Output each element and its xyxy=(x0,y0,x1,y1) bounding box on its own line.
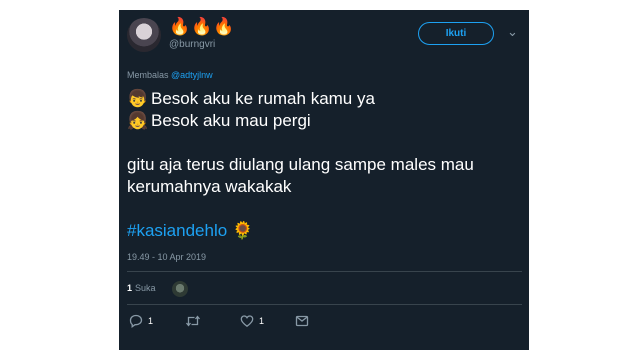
user-handle[interactable]: @burngvri xyxy=(169,39,215,50)
retweet-button[interactable] xyxy=(185,314,201,328)
divider xyxy=(127,271,522,272)
timestamp[interactable]: 19.49 - 10 Apr 2019 xyxy=(127,252,206,262)
hashtag-line: #kasiandehlo 🌻 xyxy=(127,220,522,242)
chevron-down-icon[interactable]: ⌄ xyxy=(507,24,518,40)
boy-emoji: 👦 xyxy=(127,89,149,108)
dialogue-text-2: Besok aku mau pergi xyxy=(151,111,311,130)
share-button[interactable] xyxy=(295,314,309,328)
reply-count: 1 xyxy=(148,316,154,326)
sunflower-emoji: 🌻 xyxy=(231,221,254,240)
likes-count: 1 xyxy=(127,283,133,293)
reply-to-label: Membalas @adtyjlnw xyxy=(127,70,213,80)
avatar[interactable] xyxy=(127,18,161,52)
dialogue-line-1: 👦 Besok aku ke rumah kamu ya xyxy=(127,88,522,110)
follow-button[interactable]: Ikuti xyxy=(418,22,494,45)
tweet-text: 👦 Besok aku ke rumah kamu ya 👧 Besok aku m… xyxy=(127,88,522,242)
dialogue-text-1: Besok aku ke rumah kamu ya xyxy=(151,89,375,108)
heart-icon xyxy=(240,315,254,328)
tweet-actions: 1 1 xyxy=(127,314,522,332)
liker-avatar[interactable] xyxy=(171,280,189,298)
hashtag-link[interactable]: #kasiandehlo xyxy=(127,221,227,240)
display-name[interactable]: 🔥🔥🔥 xyxy=(169,18,236,36)
reply-icon xyxy=(129,314,143,328)
retweet-icon xyxy=(185,315,201,327)
reply-mention-link[interactable]: @adtyjlnw xyxy=(171,70,213,80)
paragraph-line-2: kerumahnya wakakak xyxy=(127,177,292,196)
reply-prefix: Membalas xyxy=(127,70,169,80)
tweet-card: 🔥🔥🔥 @burngvri Ikuti ⌄ Membalas @adtyjlnw… xyxy=(119,10,529,350)
reply-button[interactable]: 1 xyxy=(129,314,153,328)
like-count: 1 xyxy=(259,316,265,326)
divider xyxy=(127,304,522,305)
likes-summary[interactable]: 1 Suka xyxy=(127,283,156,293)
paragraph-line-1: gitu aja terus diulang ulang sampe males… xyxy=(127,155,474,174)
like-button[interactable]: 1 xyxy=(240,314,264,328)
likes-label: Suka xyxy=(135,283,156,293)
dm-icon xyxy=(295,315,309,327)
girl-emoji: 👧 xyxy=(127,111,149,130)
dialogue-line-2: 👧 Besok aku mau pergi xyxy=(127,110,522,132)
